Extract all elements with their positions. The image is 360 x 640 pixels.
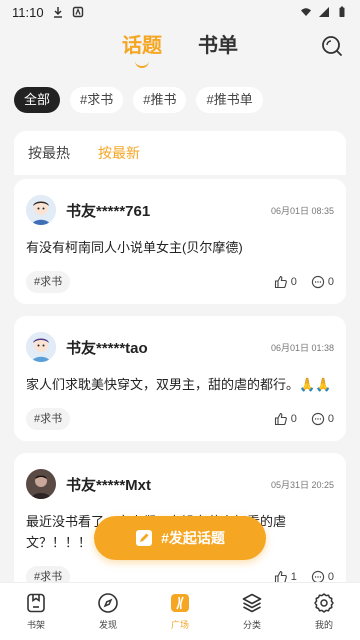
active-tab-indicator (135, 61, 149, 68)
start-topic-label: #发起话题 (161, 530, 225, 546)
nav-categories-label: 分类 (242, 620, 261, 630)
wifi-icon (301, 8, 311, 16)
nav-categories[interactable]: 分类 (216, 583, 288, 640)
filter-chip-all[interactable]: 全部 (14, 87, 61, 113)
layers-icon (242, 593, 262, 613)
status-time: 11:10 (12, 4, 44, 20)
post-card[interactable]: 书友*****tao 06月01日 01:38 家人们求耽美快穿文，双男主，甜的… (14, 316, 346, 441)
comment-count: 0 (327, 413, 334, 425)
avatar[interactable] (26, 469, 56, 499)
comment-button[interactable]: 0 (311, 412, 334, 426)
post-tag[interactable]: #求书 (26, 408, 71, 430)
like-count: 0 (290, 276, 297, 288)
filter-chip-request-books[interactable]: #求书 (70, 87, 124, 113)
user-name[interactable]: 书友*****Mxt (66, 474, 151, 495)
notification-icon (72, 6, 83, 18)
post-time: 05月31日 20:25 (270, 479, 334, 490)
nav-mine[interactable]: 我的 (288, 583, 360, 640)
start-topic-button[interactable]: #发起话题 (94, 516, 266, 560)
filter-chips: 全部 #求书 #推书 #推书单 (14, 87, 263, 113)
comment-count: 0 (327, 276, 334, 288)
tab-booklists-label: 书单 (198, 35, 238, 57)
thumbs-up-icon (274, 275, 287, 289)
comment-icon (311, 412, 325, 426)
bottom-nav: 书架 发现 广场 分类 我的 (0, 582, 360, 640)
status-bar: 11:10 (0, 0, 360, 24)
like-button[interactable]: 0 (274, 412, 297, 426)
thumbs-up-icon (274, 412, 287, 426)
post-body: 家人们求耽美快穿文，双男主，甜的虐的都行。🙏🙏 (26, 377, 332, 392)
search-icon[interactable] (320, 34, 344, 58)
nav-plaza[interactable]: 广场 (144, 583, 216, 640)
sort-newest[interactable]: 按最新 (98, 131, 140, 175)
filter-chip-recommend-books[interactable]: #推书 (133, 87, 187, 113)
sort-hottest[interactable]: 按最热 (28, 131, 70, 175)
top-bar: 话题 书单 (0, 26, 360, 70)
download-icon (53, 7, 62, 18)
avatar[interactable] (26, 332, 56, 362)
tab-booklists[interactable]: 书单 (198, 26, 238, 66)
like-count: 0 (290, 413, 297, 425)
sort-tabs: 按最热 按最新 (14, 131, 346, 175)
user-name[interactable]: 书友*****761 (66, 200, 150, 221)
bookshelf-icon (27, 593, 45, 613)
nav-bookshelf[interactable]: 书架 (0, 583, 72, 640)
nav-plaza-label: 广场 (170, 620, 189, 630)
avatar[interactable] (26, 195, 56, 225)
signal-icon (319, 7, 329, 17)
post-body: 有没有柯南同人小说单女主(贝尔摩德) (26, 240, 243, 255)
post-card[interactable]: 书友*****761 06月01日 08:35 有没有柯南同人小说单女主(贝尔摩… (14, 179, 346, 304)
nav-bookshelf-label: 书架 (26, 620, 45, 630)
comment-button[interactable]: 0 (311, 275, 334, 289)
plaza-icon (171, 594, 189, 612)
post-time: 06月01日 01:38 (270, 342, 334, 353)
edit-icon (136, 530, 153, 546)
compass-icon (98, 593, 118, 613)
tab-topics-label: 话题 (122, 35, 162, 57)
nav-mine-label: 我的 (314, 620, 333, 630)
battery-icon (339, 6, 345, 17)
nav-discover-label: 发现 (98, 620, 117, 630)
nav-discover[interactable]: 发现 (72, 583, 144, 640)
user-name[interactable]: 书友*****tao (66, 337, 148, 358)
filter-chip-recommend-lists[interactable]: #推书单 (196, 87, 263, 113)
gear-icon (314, 593, 334, 613)
comment-icon (311, 275, 325, 289)
tab-topics[interactable]: 话题 (122, 26, 162, 68)
post-tag[interactable]: #求书 (26, 271, 71, 293)
like-button[interactable]: 0 (274, 275, 297, 289)
post-time: 06月01日 08:35 (270, 205, 334, 216)
